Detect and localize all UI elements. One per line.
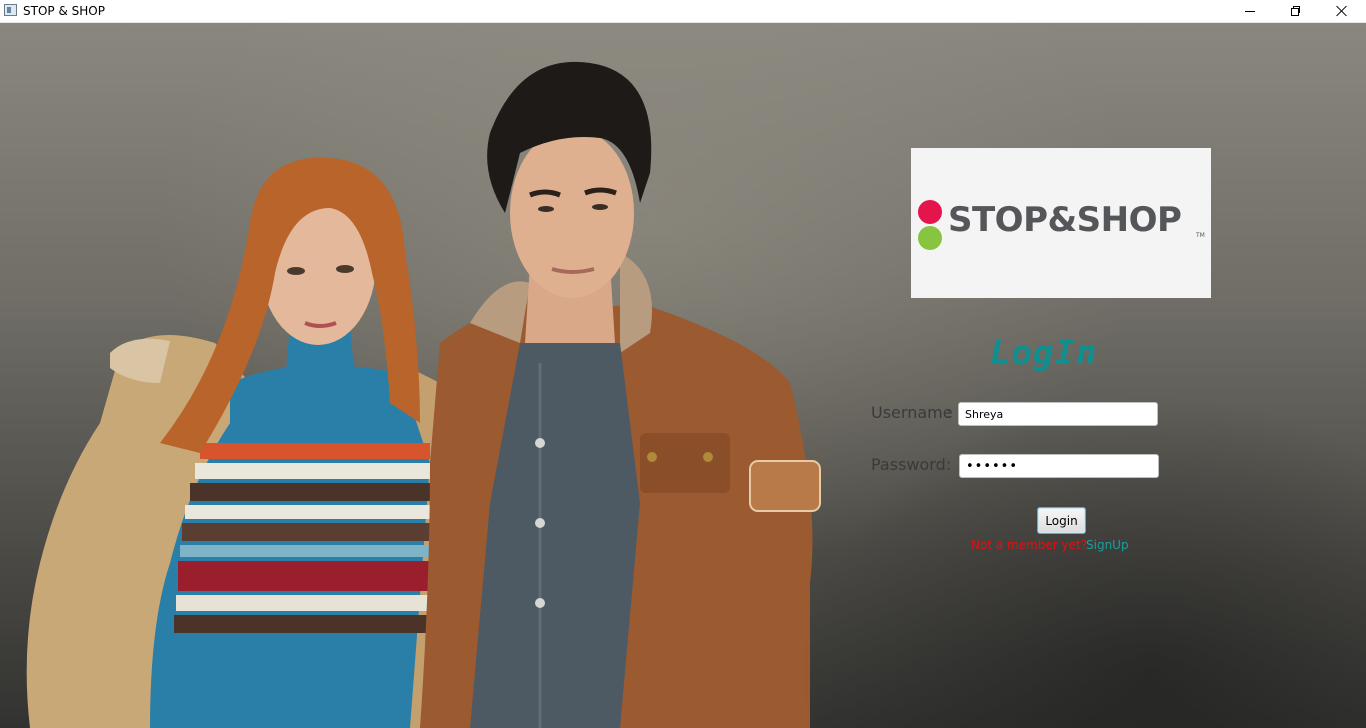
fashion-models-photo xyxy=(26,61,821,728)
minimize-icon xyxy=(1245,10,1255,12)
login-button[interactable]: Login xyxy=(1037,507,1086,534)
logo-wordmark: STOP&SHOP xyxy=(948,200,1182,240)
username-label: Username xyxy=(871,403,953,422)
not-member-text: Not a member yet? xyxy=(971,538,1088,552)
minimize-button[interactable] xyxy=(1227,0,1273,22)
restore-button[interactable] xyxy=(1273,0,1319,22)
logo-red-dot xyxy=(918,200,942,224)
close-button[interactable] xyxy=(1319,0,1365,22)
app-window-icon[interactable] xyxy=(4,4,17,16)
signup-link[interactable]: SignUp xyxy=(1086,538,1129,552)
window-title: STOP & SHOP xyxy=(23,4,105,18)
login-screen: STOP&SHOP TM LogIn Username : Password :… xyxy=(0,23,1366,728)
password-colon: : xyxy=(946,455,952,474)
username-field[interactable] xyxy=(958,402,1158,426)
password-field[interactable] xyxy=(959,454,1159,478)
logo-green-dot xyxy=(918,226,942,250)
title-bar: STOP & SHOP xyxy=(0,0,1366,23)
username-colon: : xyxy=(946,403,952,422)
login-heading: LogIn xyxy=(990,333,1098,373)
password-label: Password xyxy=(871,455,946,474)
app-window: STOP & SHOP STOP&SHOP TM LogIn Username … xyxy=(0,0,1366,728)
stop-and-shop-logo: STOP&SHOP TM xyxy=(911,148,1211,298)
close-icon xyxy=(1336,5,1348,17)
restore-icon xyxy=(1291,6,1301,16)
logo-trademark: TM xyxy=(1196,232,1205,239)
